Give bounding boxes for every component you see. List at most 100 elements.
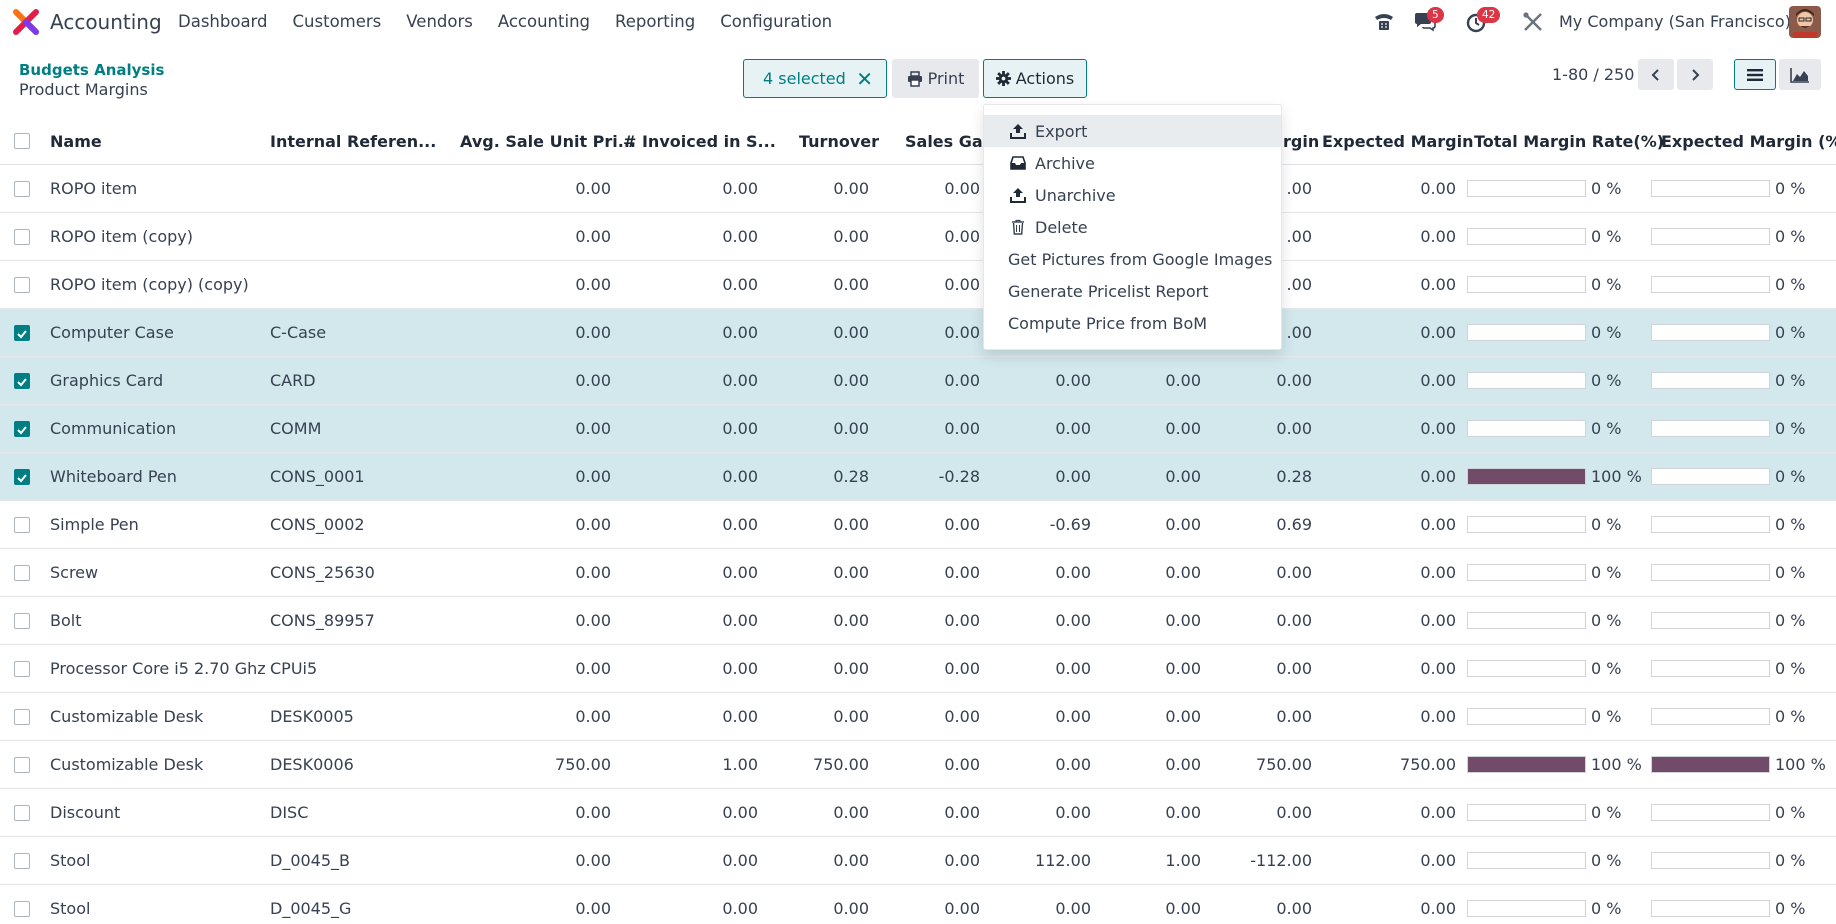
- column-header-total-margin-rate[interactable]: Total Margin Rate(%): [1474, 132, 1664, 151]
- action-generate-pricelist-label: Generate Pricelist Report: [1008, 281, 1209, 301]
- column-header-expected-margin[interactable]: Expected Margin: [1322, 132, 1474, 151]
- expected-margin-rate-progress-bar: [1651, 276, 1770, 293]
- menu-item-configuration[interactable]: Configuration: [720, 12, 832, 31]
- row-checkbox[interactable]: [14, 565, 30, 581]
- cell-purchase-gap: 0.00: [1055, 803, 1091, 822]
- table-row[interactable]: Bolt CONS_89957 0.00 0.00 0.00 0.00 0.00 0.00 0.…: [0, 597, 1836, 645]
- pager-value[interactable]: 1-80 / 250: [1552, 65, 1634, 84]
- select-all-checkbox[interactable]: [14, 133, 30, 149]
- expected-margin-rate-label: 0 %: [1775, 803, 1806, 822]
- column-header-margin[interactable]: rgin: [1283, 132, 1319, 151]
- column-header-invoiced-sales[interactable]: # Invoiced in S...: [623, 132, 776, 151]
- action-generate-pricelist-report[interactable]: Generate Pricelist Report: [984, 275, 1281, 307]
- table-row[interactable]: Customizable Desk DESK0006 750.00 1.00 750.0…: [0, 741, 1836, 789]
- cell-qty: 0.00: [1165, 803, 1201, 822]
- row-checkbox[interactable]: [14, 373, 30, 389]
- print-button[interactable]: Print: [892, 59, 979, 98]
- graph-view-button[interactable]: [1779, 59, 1821, 90]
- table-row[interactable]: Graphics Card CARD 0.00 0.00 0.00 0.00 0.00 0.0…: [0, 357, 1836, 405]
- total-margin-rate-label: 100 %: [1591, 467, 1642, 486]
- table-row[interactable]: Screw CONS_25630 0.00 0.00 0.00 0.00 0.00 0.00 0…: [0, 549, 1836, 597]
- menu-item-vendors[interactable]: Vendors: [406, 12, 473, 31]
- column-header-name[interactable]: Name: [50, 132, 102, 151]
- menu-item-reporting[interactable]: Reporting: [615, 12, 695, 31]
- cell-avg-sale-price: 0.00: [575, 563, 611, 582]
- menu-item-dashboard[interactable]: Dashboard: [178, 12, 268, 31]
- column-header-sales-gap[interactable]: Sales Gap: [905, 132, 994, 151]
- pager-next-button[interactable]: [1677, 59, 1713, 90]
- table-row[interactable]: Discount DISC 0.00 0.00 0.00 0.00 0.00 0.00 0.00…: [0, 789, 1836, 837]
- actions-button[interactable]: Actions: [983, 59, 1087, 98]
- clear-selection-icon[interactable]: ✕: [856, 67, 873, 91]
- table-row[interactable]: Processor Core i5 2.70 Ghz CPUi5 0.00 0.00 0…: [0, 645, 1836, 693]
- row-checkbox[interactable]: [14, 469, 30, 485]
- row-checkbox[interactable]: [14, 421, 30, 437]
- total-margin-rate-progress-bar: [1467, 900, 1586, 917]
- debug-tools-icon[interactable]: [1521, 11, 1545, 33]
- phone-icon[interactable]: [1372, 11, 1396, 33]
- menu-item-accounting[interactable]: Accounting: [498, 12, 590, 31]
- table-row[interactable]: Stool D_0045_G 0.00 0.00 0.00 0.00 0.00 0.00 0.0…: [0, 885, 1836, 924]
- table-row[interactable]: Whiteboard Pen CONS_0001 0.00 0.00 0.28 -0.28…: [0, 453, 1836, 501]
- action-export[interactable]: Export: [984, 115, 1281, 147]
- cell-name: ROPO item (copy) (copy): [50, 275, 249, 294]
- selection-counter-button[interactable]: 4 selected ✕: [743, 59, 887, 98]
- row-checkbox[interactable]: [14, 805, 30, 821]
- row-checkbox[interactable]: [14, 517, 30, 533]
- column-header-internal-reference[interactable]: Internal Referen...: [270, 132, 436, 151]
- row-checkbox[interactable]: [14, 325, 30, 341]
- column-header-expected-margin-rate[interactable]: Expected Margin (%): [1661, 132, 1836, 151]
- pager-previous-button[interactable]: [1638, 59, 1674, 90]
- row-checkbox[interactable]: [14, 277, 30, 293]
- app-name[interactable]: Accounting: [50, 10, 162, 34]
- action-compute-price-bom[interactable]: Compute Price from BoM: [984, 307, 1281, 339]
- table-row[interactable]: ROPO item (copy) (copy) 0.00 0.00 0.00 0.00.…: [0, 261, 1836, 309]
- cell-qty: 0.00: [1165, 707, 1201, 726]
- table-row[interactable]: Customizable Desk DESK0005 0.00 0.00 0.00 0.0…: [0, 693, 1836, 741]
- table-row[interactable]: Communication COMM 0.00 0.00 0.00 0.00 0.00 0.0…: [0, 405, 1836, 453]
- cell-sales-gap: 0.00: [944, 419, 980, 438]
- cell-avg-sale-price: 0.00: [575, 803, 611, 822]
- expected-margin-rate-label: 0 %: [1775, 611, 1806, 630]
- table-row[interactable]: Stool D_0045_B 0.00 0.00 0.00 0.00 112.00 1.00 -…: [0, 837, 1836, 885]
- table-row[interactable]: Computer Case C-Case 0.00 0.00 0.00 0.00 .00 0.…: [0, 309, 1836, 357]
- column-header-avg-sale-price[interactable]: Avg. Sale Unit Pri...: [460, 132, 636, 151]
- list-view-button[interactable]: [1734, 59, 1776, 90]
- table-row[interactable]: ROPO item (copy) 0.00 0.00 0.00 0.00 .00 0.00 0…: [0, 213, 1836, 261]
- expected-margin-rate-label: 0 %: [1775, 563, 1806, 582]
- row-checkbox[interactable]: [14, 853, 30, 869]
- cell-internal-reference: DESK0006: [270, 755, 354, 774]
- table-row[interactable]: Simple Pen CONS_0002 0.00 0.00 0.00 0.00 -0.69…: [0, 501, 1836, 549]
- table-row[interactable]: ROPO item 0.00 0.00 0.00 0.00 .00 0.00 0 % 0 %: [0, 165, 1836, 213]
- row-checkbox[interactable]: [14, 229, 30, 245]
- row-checkbox[interactable]: [14, 613, 30, 629]
- row-checkbox[interactable]: [14, 661, 30, 677]
- cell-turnover: 0.00: [833, 803, 869, 822]
- cell-purchase-gap: 0.00: [1055, 563, 1091, 582]
- cell-internal-reference: D_0045_G: [270, 899, 352, 918]
- action-archive[interactable]: Archive: [984, 147, 1281, 179]
- breadcrumb-parent[interactable]: Budgets Analysis: [19, 61, 164, 79]
- row-checkbox[interactable]: [14, 901, 30, 917]
- action-delete[interactable]: Delete: [984, 211, 1281, 243]
- total-margin-rate-label: 0 %: [1591, 563, 1622, 582]
- accounting-app-logo[interactable]: [13, 9, 39, 35]
- cell-expected-margin: 0.00: [1420, 659, 1456, 678]
- row-checkbox[interactable]: [14, 181, 30, 197]
- row-checkbox[interactable]: [14, 709, 30, 725]
- action-get-pictures-google[interactable]: Get Pictures from Google Images: [984, 243, 1281, 275]
- checkmark-icon: [17, 378, 27, 387]
- activities-badge: 42: [1477, 7, 1501, 23]
- row-checkbox[interactable]: [14, 757, 30, 773]
- user-avatar[interactable]: [1789, 6, 1821, 38]
- cell-expected-margin: 0.00: [1420, 611, 1456, 630]
- cell-invoiced: 0.00: [722, 563, 758, 582]
- column-header-turnover[interactable]: Turnover: [799, 132, 879, 151]
- total-margin-rate-label: 0 %: [1591, 371, 1622, 390]
- expected-margin-rate-progress-bar: [1651, 660, 1770, 677]
- menu-item-customers[interactable]: Customers: [293, 12, 382, 31]
- cell-invoiced: 0.00: [722, 323, 758, 342]
- cell-expected-margin: 0.00: [1420, 275, 1456, 294]
- company-switcher[interactable]: My Company (San Francisco): [1559, 12, 1791, 31]
- action-unarchive[interactable]: Unarchive: [984, 179, 1281, 211]
